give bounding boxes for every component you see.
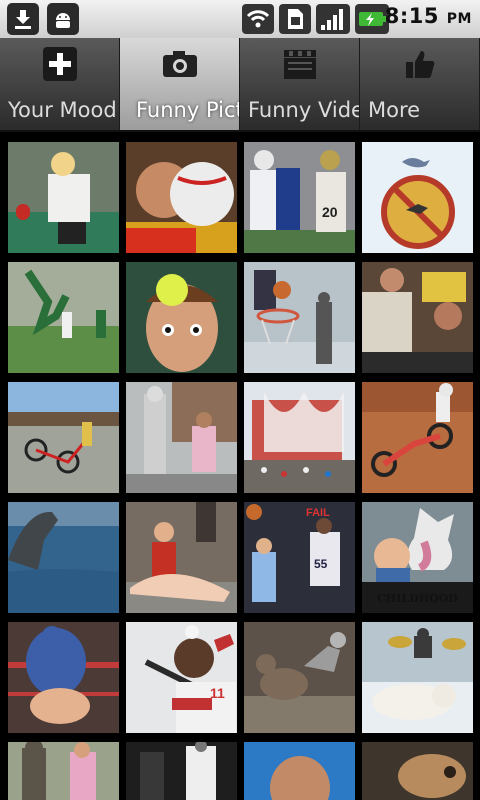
thumbnail[interactable] — [8, 262, 119, 373]
download-icon — [7, 3, 39, 35]
thumbnail-image — [126, 262, 237, 373]
thumbnail[interactable] — [8, 622, 119, 733]
thumbnail[interactable] — [126, 502, 237, 613]
tab-more[interactable]: More — [360, 38, 480, 130]
thumbnail[interactable] — [8, 382, 119, 493]
picture-grid: 20 FAIL 55 CHILDHOOD 11 — [0, 132, 480, 800]
svg-text:55: 55 — [314, 557, 328, 571]
thumbnail-image — [362, 742, 473, 800]
thumbnail-image: 11 — [126, 622, 237, 733]
thumbnail-image — [8, 382, 119, 493]
thumbnail-image — [126, 142, 237, 253]
thumbnail[interactable] — [244, 622, 355, 733]
thumbnail[interactable]: 20 — [244, 142, 355, 253]
thumbnail[interactable] — [362, 622, 473, 733]
thumbnail-caption: CHILDHOOD — [377, 592, 458, 605]
thumbnail[interactable] — [362, 142, 473, 253]
signal-icon — [316, 3, 350, 35]
thumbnail-image — [362, 262, 473, 373]
clock-ampm: PM — [446, 11, 472, 27]
camera-icon — [162, 46, 198, 82]
thumbnail[interactable] — [8, 502, 119, 613]
thumbnail[interactable] — [244, 742, 355, 800]
thumbnail-image — [362, 142, 473, 253]
thumbnail[interactable] — [8, 142, 119, 253]
tab-bar: Your Mood Funny Pictures Funny Videos Mo… — [0, 38, 480, 132]
thumbnail-image — [8, 742, 119, 800]
clock: 8:15 PM — [385, 4, 472, 28]
android-icon — [47, 3, 79, 35]
thumbnail-image — [244, 382, 355, 493]
thumbnail-image — [8, 262, 119, 373]
thumbnail[interactable]: CHILDHOOD — [362, 502, 473, 613]
plus-icon — [42, 46, 78, 82]
thumbnail[interactable] — [126, 262, 237, 373]
thumbnail[interactable] — [362, 262, 473, 373]
svg-text:20: 20 — [322, 204, 338, 220]
thumbnail-image: 20 — [244, 142, 355, 253]
tab-label: Funny Videos — [248, 98, 359, 122]
thumbnail-image — [126, 502, 237, 613]
thumbs-up-icon — [402, 46, 438, 82]
thumbnail-image — [244, 622, 355, 733]
thumbnail-image — [8, 142, 119, 253]
thumbnail-image: FAIL 55 — [244, 502, 355, 613]
status-bar: 8:15 PM — [0, 0, 480, 39]
tab-label: Your Mood — [8, 98, 117, 122]
thumbnail[interactable] — [126, 742, 237, 800]
thumbnail[interactable] — [126, 142, 237, 253]
tab-label: More — [368, 98, 421, 122]
clock-time: 8:15 — [384, 4, 439, 28]
svg-text:FAIL: FAIL — [306, 507, 330, 519]
thumbnail-image — [8, 622, 119, 733]
svg-text:11: 11 — [210, 685, 225, 701]
thumbnail-image — [126, 742, 237, 800]
thumbnail[interactable] — [362, 382, 473, 493]
thumbnail-image — [244, 742, 355, 800]
thumbnail[interactable] — [244, 382, 355, 493]
tab-your-mood[interactable]: Your Mood — [0, 38, 120, 130]
sim-icon — [279, 3, 311, 35]
thumbnail-image — [244, 262, 355, 373]
wifi-icon — [242, 3, 274, 35]
tab-label: Funny Pictures — [136, 98, 240, 122]
tab-funny-videos[interactable]: Funny Videos — [240, 38, 360, 130]
thumbnail[interactable]: FAIL 55 — [244, 502, 355, 613]
thumbnail[interactable] — [244, 262, 355, 373]
tab-funny-pictures[interactable]: Funny Pictures — [120, 38, 240, 130]
thumbnail-image — [362, 382, 473, 493]
thumbnail[interactable] — [362, 742, 473, 800]
thumbnail[interactable] — [126, 382, 237, 493]
clapperboard-icon — [282, 46, 318, 82]
thumbnail-image — [8, 502, 119, 613]
thumbnail-image — [126, 382, 237, 493]
thumbnail[interactable] — [8, 742, 119, 800]
thumbnail[interactable]: 11 — [126, 622, 237, 733]
thumbnail-image — [362, 622, 473, 733]
